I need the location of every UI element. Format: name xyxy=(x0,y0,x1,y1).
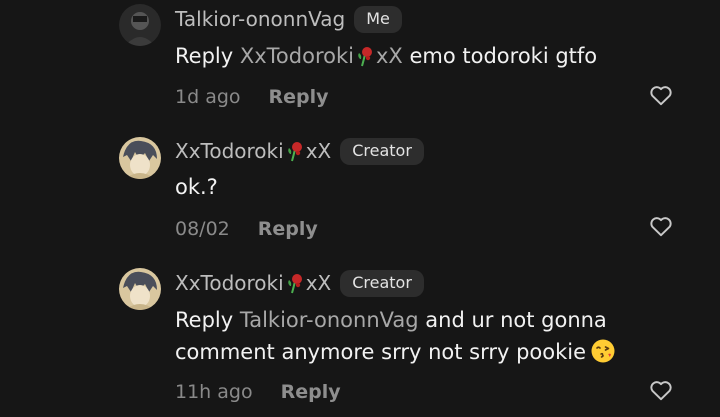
wilted-rose-icon xyxy=(356,45,374,67)
comment-meta: 08/02 Reply xyxy=(175,215,318,243)
reply-prefix: Reply xyxy=(175,44,234,68)
comment-meta: 1d ago Reply xyxy=(175,83,329,111)
timestamp: 08/02 xyxy=(175,218,230,240)
face-blowing-kiss-emoji-icon xyxy=(590,338,616,364)
wilted-rose-icon xyxy=(286,140,304,162)
message-text: ok.? xyxy=(175,175,218,199)
avatar[interactable] xyxy=(119,4,161,46)
mention-name-start: XxTodoroki xyxy=(239,44,354,68)
mention-name-end: xX xyxy=(375,44,403,68)
comment-header: XxTodoroki xX Creator xyxy=(175,136,424,166)
comment-text-line: comment anymore srry not srry pookie xyxy=(175,336,616,368)
username-start: XxTodoroki xyxy=(175,271,284,295)
creator-badge: Creator xyxy=(340,137,424,165)
comment-text: Reply Talkior-ononnVag and ur not gonna … xyxy=(175,304,616,368)
heart-outline-icon[interactable] xyxy=(648,82,674,108)
comment-header: XxTodoroki xX Creator xyxy=(175,268,424,298)
mention-link[interactable]: Talkior-ononnVag xyxy=(240,304,419,336)
comment-text: Reply XxTodoroki xX emo todoroki gtfo xyxy=(175,40,597,72)
reply-button[interactable]: Reply xyxy=(258,218,318,240)
avatar[interactable] xyxy=(119,137,161,179)
creator-badge: Creator xyxy=(340,269,424,297)
reply-button[interactable]: Reply xyxy=(281,381,341,403)
username-end: xX xyxy=(305,139,332,163)
timestamp: 11h ago xyxy=(175,381,253,403)
comment-text: ok.? xyxy=(175,171,218,203)
message-text: emo todoroki gtfo xyxy=(409,44,598,68)
heart-outline-icon[interactable] xyxy=(648,377,674,403)
comment-thread: Talkior-ononnVag Me Reply XxTodoroki xX … xyxy=(0,0,720,417)
comment-header: Talkior-ononnVag Me xyxy=(175,4,402,34)
username[interactable]: Talkior-ononnVag xyxy=(175,7,345,31)
username-end: xX xyxy=(305,271,332,295)
username[interactable]: XxTodoroki xX xyxy=(175,271,331,295)
message-text: and ur not gonna xyxy=(425,308,607,332)
wilted-rose-icon xyxy=(286,272,304,294)
username[interactable]: XxTodoroki xX xyxy=(175,139,331,163)
timestamp: 1d ago xyxy=(175,86,241,108)
heart-outline-icon[interactable] xyxy=(648,213,674,239)
message-text: comment anymore srry not srry pookie xyxy=(175,340,587,364)
comment-text-line: Reply Talkior-ononnVag and ur not gonna xyxy=(175,304,616,336)
reply-button[interactable]: Reply xyxy=(269,86,329,108)
mention-link[interactable]: XxTodoroki xX xyxy=(240,40,403,72)
me-badge: Me xyxy=(354,5,402,33)
username-start: XxTodoroki xyxy=(175,139,284,163)
comment-meta: 11h ago Reply xyxy=(175,378,341,406)
reply-prefix: Reply xyxy=(175,308,234,332)
avatar[interactable] xyxy=(119,268,161,310)
